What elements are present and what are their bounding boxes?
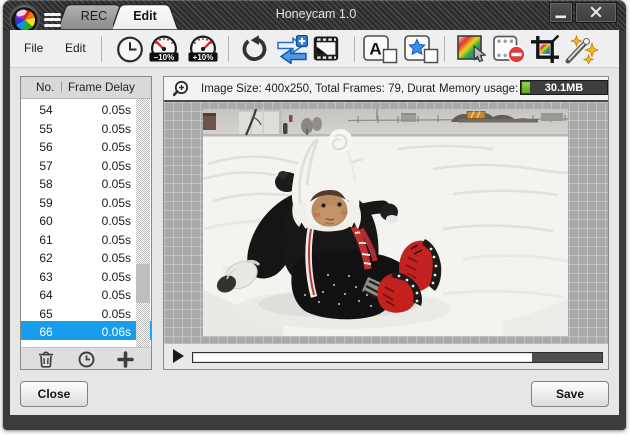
- svg-text:+10%: +10%: [193, 53, 214, 62]
- svg-text:–10%: –10%: [154, 53, 174, 62]
- svg-text:A: A: [369, 40, 381, 59]
